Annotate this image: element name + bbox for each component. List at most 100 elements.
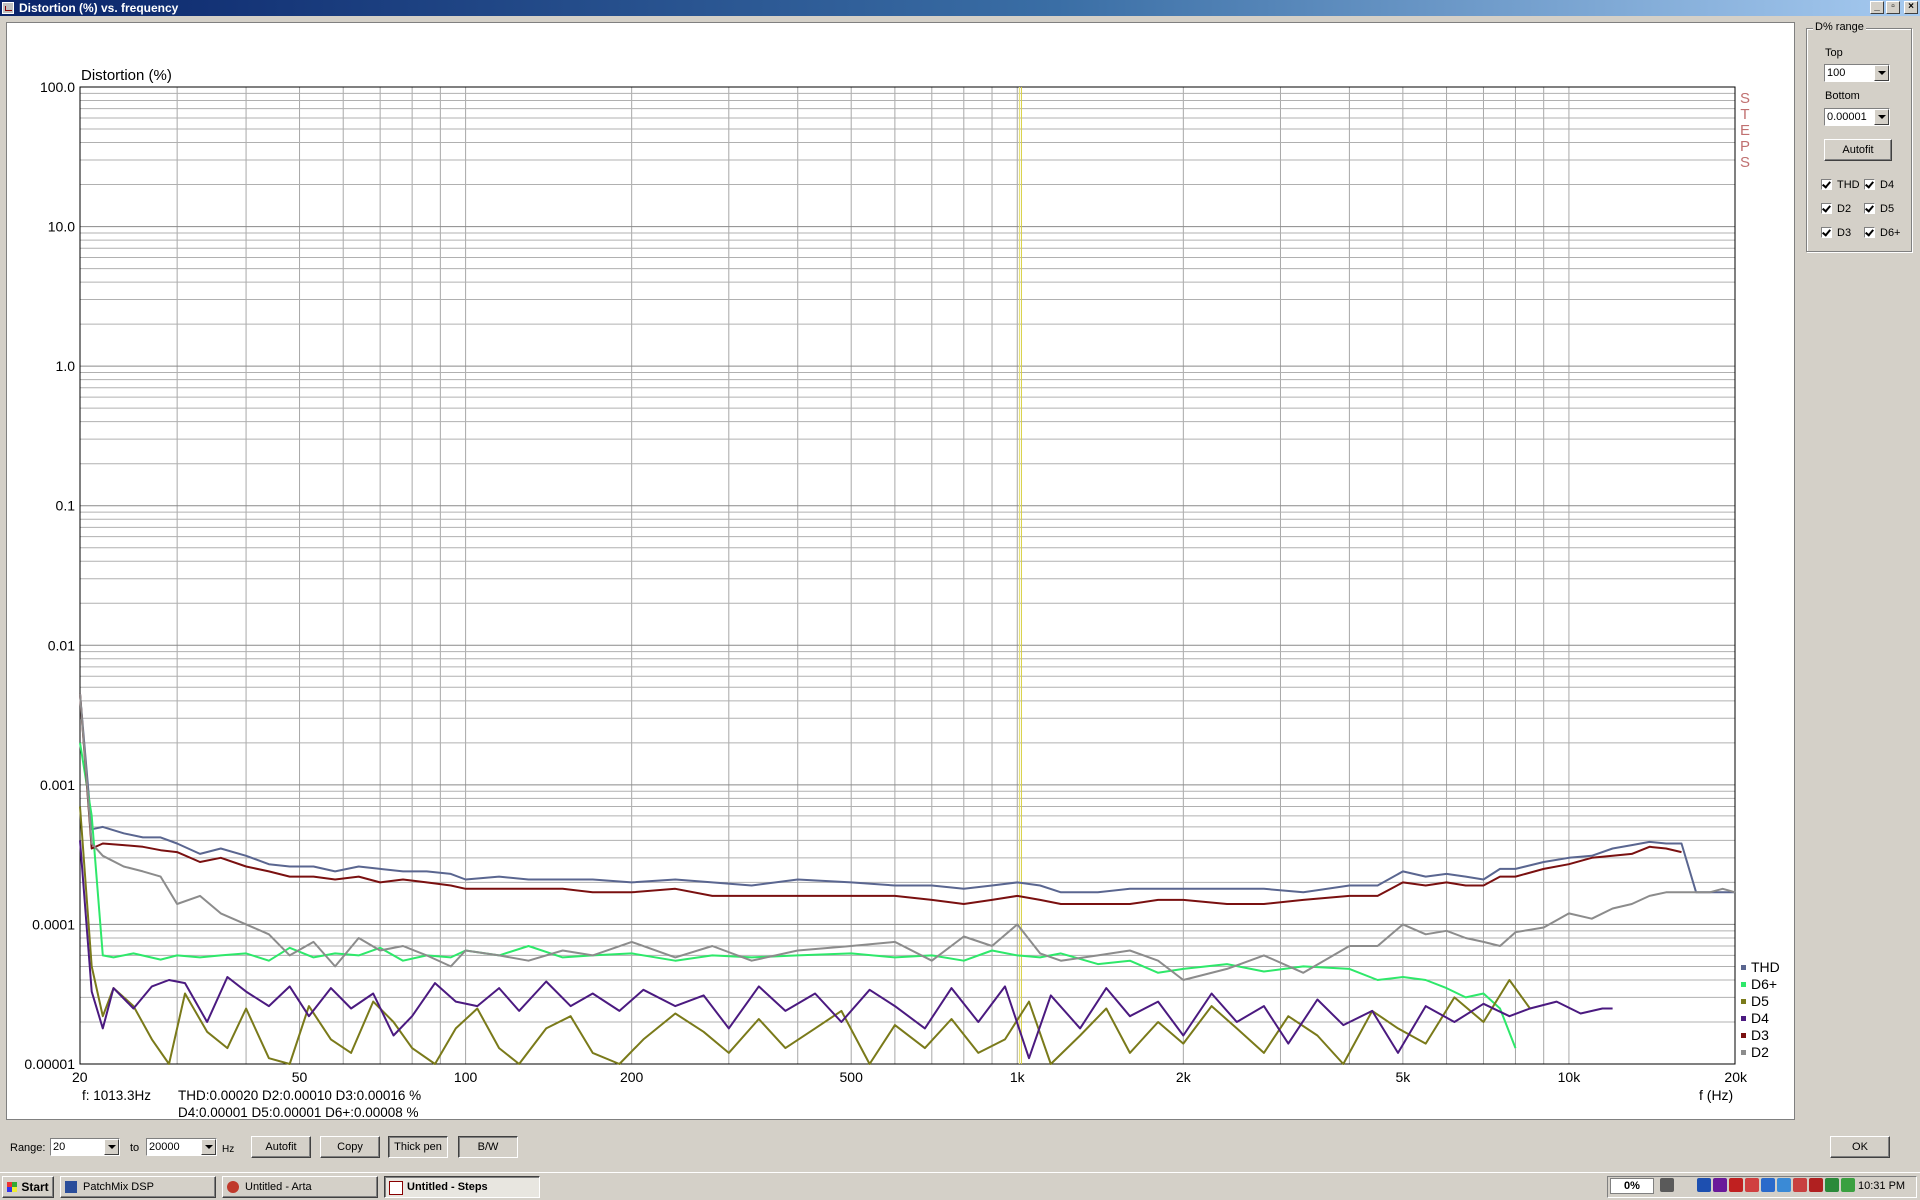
series-line-d5 (79, 806, 1531, 1065)
task-label: Untitled - Arta (245, 1181, 312, 1193)
steps-letter: S (1740, 90, 1750, 107)
legend-label: D2 (1751, 1044, 1769, 1060)
speaker-icon[interactable] (1841, 1178, 1855, 1192)
windows-logo-icon (7, 1182, 17, 1192)
range-to-value: 20000 (149, 1141, 180, 1153)
bottom-controls: Range: 20 to 20000 Hz Autofit Copy Thick… (0, 1126, 1920, 1170)
steps-letter: S (1740, 154, 1750, 171)
thd-check-label: THD (1837, 179, 1860, 191)
range-from-combo[interactable]: 20 (50, 1138, 120, 1156)
hz-label: Hz (222, 1144, 235, 1155)
legend-label: D3 (1751, 1027, 1769, 1043)
y-tick-label: 10.0 (48, 219, 75, 235)
d3-check-label: D3 (1837, 227, 1852, 239)
bottom-label: Bottom (1825, 90, 1860, 102)
legend-swatch (1741, 999, 1746, 1004)
legend-label: D4 (1751, 1010, 1769, 1026)
chevron-down-icon[interactable] (1874, 109, 1889, 125)
y-tick-label: 100.0 (40, 79, 75, 95)
disconnected-icon[interactable] (1793, 1178, 1807, 1192)
ok-button[interactable]: OK (1830, 1136, 1890, 1158)
legend-label: D6+ (1751, 976, 1777, 992)
legend-swatch (1741, 965, 1746, 970)
d5-check-label: D5 (1880, 203, 1895, 215)
x-tick-label: 100 (454, 1069, 478, 1085)
d2-check-label: D2 (1837, 203, 1852, 215)
steps-letter: E (1740, 122, 1750, 139)
autofit-button[interactable]: Autofit (251, 1136, 311, 1158)
steps-letter: T (1740, 106, 1749, 123)
d2-checkbox[interactable] (1821, 203, 1832, 214)
range-group: D% range Top 100 Bottom 0.00001 Autofit … (1806, 21, 1912, 252)
thd-checkbox[interactable] (1821, 179, 1832, 190)
top-value: 100 (1827, 67, 1846, 79)
cpu-meter[interactable]: 0% (1610, 1178, 1654, 1194)
distortion-chart[interactable]: 20 50 100 200 500 1k 2k 5k 10k 20k100.010.01.00.1… (0, 0, 1920, 1126)
chevron-down-icon[interactable] (201, 1139, 216, 1155)
x-tick-label: 200 (620, 1069, 644, 1085)
x-tick-label: 20k (1724, 1069, 1748, 1085)
patchmix-icon (65, 1181, 77, 1193)
legend-swatch (1741, 982, 1746, 987)
legend-label: D5 (1751, 993, 1769, 1009)
range-to-combo[interactable]: 20000 (146, 1138, 217, 1156)
thick-pen-toggle[interactable]: Thick pen (388, 1136, 448, 1158)
update-icon[interactable] (1777, 1178, 1791, 1192)
clock: 10:31 PM (1858, 1180, 1906, 1192)
taskbar: Start PatchMix DSP Untitled - Arta Untit… (0, 1172, 1920, 1200)
audio-device-icon[interactable] (1713, 1178, 1727, 1192)
y-tick-label: 1.0 (56, 358, 76, 374)
range-group-label: D% range (1813, 21, 1866, 33)
arta-icon (227, 1181, 239, 1193)
y-tick-label: 0.0001 (32, 916, 75, 932)
legend-swatch (1741, 1016, 1746, 1021)
task-steps[interactable]: Untitled - Steps (384, 1176, 540, 1198)
range-label: Range: (10, 1142, 46, 1154)
top-combo[interactable]: 100 (1824, 64, 1890, 82)
bw-toggle[interactable]: B/W (458, 1136, 518, 1158)
task-label: PatchMix DSP (83, 1181, 154, 1193)
y-tick-label: 0.001 (40, 777, 75, 793)
d6plus-checkbox[interactable] (1864, 227, 1875, 238)
autofit-range-button[interactable]: Autofit (1824, 139, 1892, 161)
frequency-cursor (1018, 87, 1022, 1064)
series-line-d2 (79, 693, 1736, 981)
x-tick-label: 5k (1395, 1069, 1411, 1085)
shield-icon[interactable] (1761, 1178, 1775, 1192)
series-lines (79, 693, 1736, 1065)
start-button[interactable]: Start (2, 1176, 54, 1198)
d4-check-label: D4 (1880, 179, 1895, 191)
chevron-down-icon[interactable] (1874, 65, 1889, 81)
readout-line-2: D4:0.00001 D5:0.00001 D6+:0.00008 % (178, 1105, 419, 1120)
readout-line-1: THD:0.00020 D2:0.00010 D3:0.00016 % (178, 1088, 421, 1103)
display-icon[interactable] (1825, 1178, 1839, 1192)
task-patchmix[interactable]: PatchMix DSP (60, 1176, 216, 1198)
d6plus-check-label: D6+ (1880, 227, 1901, 239)
d3-checkbox[interactable] (1821, 227, 1832, 238)
legend-swatch (1741, 1050, 1746, 1055)
bottom-combo[interactable]: 0.00001 (1824, 108, 1890, 126)
chevron-down-icon[interactable] (104, 1139, 119, 1155)
x-axis-label: f (Hz) (1699, 1087, 1733, 1103)
range-from-value: 20 (53, 1141, 66, 1153)
d5-checkbox[interactable] (1864, 203, 1875, 214)
y-tick-label: 0.01 (48, 637, 75, 653)
chart-tray-icon[interactable] (1745, 1178, 1759, 1192)
y-axis-label: Distortion (%) (81, 67, 172, 84)
antivirus-icon[interactable] (1729, 1178, 1743, 1192)
series-line-d4 (79, 840, 1613, 1060)
legend-label: THD (1751, 959, 1780, 975)
to-label: to (130, 1142, 140, 1154)
d4-checkbox[interactable] (1864, 179, 1875, 190)
copy-button[interactable]: Copy (320, 1136, 380, 1158)
task-arta[interactable]: Untitled - Arta (222, 1176, 378, 1198)
power-plug-icon[interactable] (1660, 1178, 1674, 1192)
y-tick-label: 0.1 (56, 498, 76, 514)
security-alert-icon[interactable] (1809, 1178, 1823, 1192)
x-tick-label: 10k (1558, 1069, 1582, 1085)
top-label: Top (1825, 47, 1843, 59)
steps-letter: P (1740, 138, 1750, 155)
network-icon[interactable] (1697, 1178, 1711, 1192)
y-tick-label: 0.00001 (24, 1056, 75, 1072)
legend: THDD6+D5D4D3D2 (1741, 959, 1780, 1060)
